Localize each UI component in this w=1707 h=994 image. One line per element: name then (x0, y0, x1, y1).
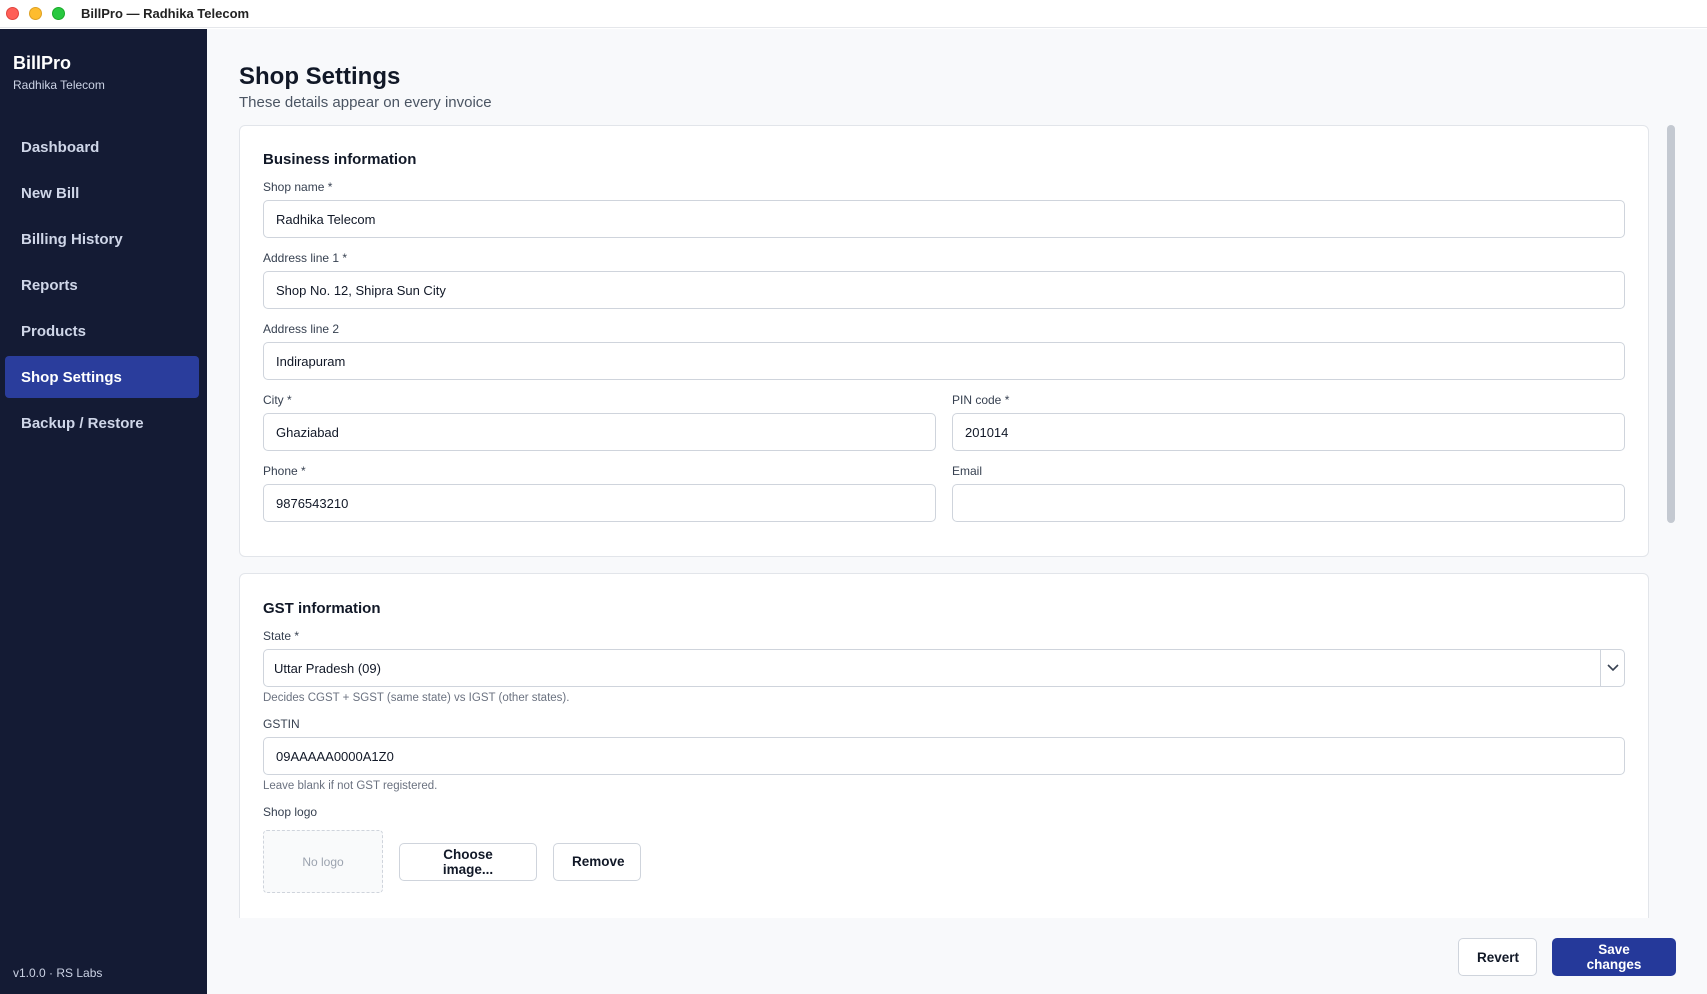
sidebar-item-new-bill[interactable]: New Bill (5, 172, 199, 214)
state-label: State * (263, 629, 300, 643)
city-pin-row: City * PIN code * (263, 380, 1625, 451)
choose-image-button[interactable]: Choose image... (399, 842, 537, 881)
shop-name-label: Shop name * (263, 180, 333, 194)
email-input[interactable] (952, 484, 1625, 522)
city-label: City * (263, 393, 292, 407)
title-bar: BillPro — Radhika Telecom (0, 0, 1707, 28)
logo-label: Shop logo (263, 805, 318, 819)
gstin-input[interactable] (263, 737, 1625, 775)
address2-field-group: Address line 2 (263, 322, 1625, 380)
gstin-label: GSTIN (263, 717, 300, 731)
revert-button[interactable]: Revert (1458, 938, 1537, 976)
sidebar-item-reports[interactable]: Reports (5, 264, 199, 306)
email-label: Email (952, 464, 983, 478)
sidebar-item-products[interactable]: Products (5, 310, 199, 352)
brand: BillPro Radhika Telecom (13, 53, 105, 92)
city-input[interactable] (263, 413, 936, 451)
version-label: v1.0.0 · RS Labs (13, 966, 103, 980)
sidebar: BillPro Radhika Telecom Dashboard New Bi… (0, 29, 207, 994)
remove-logo-button[interactable]: Remove (553, 842, 641, 881)
sidebar-item-billing-history[interactable]: Billing History (5, 218, 199, 260)
scrollbar[interactable] (1666, 125, 1676, 918)
save-changes-button[interactable]: Save changes (1552, 938, 1676, 976)
phone-input[interactable] (263, 484, 936, 522)
address1-input[interactable] (263, 271, 1625, 309)
city-field-group: City * (263, 393, 936, 451)
gst-info-card: GST information State * Uttar Pradesh (0… (239, 573, 1649, 918)
sidebar-item-backup-restore[interactable]: Backup / Restore (5, 402, 199, 444)
shop-name-field-group: Shop name * (263, 180, 1625, 238)
pin-label: PIN code * (952, 393, 1010, 407)
main-content: Shop Settings These details appear on ev… (207, 29, 1707, 994)
scrollbar-thumb[interactable] (1667, 125, 1675, 523)
pin-input[interactable] (952, 413, 1625, 451)
page-title: Shop Settings (239, 63, 401, 90)
chevron-down-icon (1600, 650, 1624, 686)
brand-shop-name: Radhika Telecom (13, 78, 105, 92)
sidebar-item-dashboard[interactable]: Dashboard (5, 126, 199, 168)
gst-info-title: GST information (263, 600, 381, 617)
settings-scroll-area[interactable]: Business information Shop name * Address… (239, 125, 1649, 918)
pin-field-group: PIN code * (952, 393, 1625, 451)
phone-email-row: Phone * Email (263, 451, 1625, 522)
close-window-button[interactable] (6, 7, 19, 20)
window-controls (6, 7, 65, 20)
minimize-window-button[interactable] (29, 7, 42, 20)
window-title: BillPro — Radhika Telecom (81, 6, 250, 21)
address2-input[interactable] (263, 342, 1625, 380)
logo-preview: No logo (263, 830, 383, 893)
state-help-text: Decides CGST + SGST (same state) vs IGST… (263, 692, 570, 704)
email-field-group: Email (952, 464, 1625, 522)
business-info-title: Business information (263, 151, 417, 168)
phone-field-group: Phone * (263, 464, 936, 522)
address1-field-group: Address line 1 * (263, 251, 1625, 309)
address1-label: Address line 1 * (263, 251, 348, 265)
state-field-group: State * Uttar Pradesh (09) Decides CGST … (263, 629, 1625, 704)
address2-label: Address line 2 (263, 322, 340, 336)
phone-label: Phone * (263, 464, 306, 478)
brand-name: BillPro (13, 53, 72, 73)
state-select-value: Uttar Pradesh (09) (274, 660, 381, 676)
footer-actions: Revert Save changes (207, 918, 1707, 994)
page-subtitle: These details appear on every invoice (239, 94, 492, 111)
gstin-help-text: Leave blank if not GST registered. (263, 780, 438, 792)
logo-field-group: Shop logo No logo Choose image... Remove (263, 805, 1625, 893)
state-select[interactable]: Uttar Pradesh (09) (263, 649, 1625, 687)
logo-row: No logo Choose image... Remove (263, 830, 1625, 893)
zoom-window-button[interactable] (52, 7, 65, 20)
sidebar-nav: Dashboard New Bill Billing History Repor… (5, 126, 199, 448)
business-info-card: Business information Shop name * Address… (239, 125, 1649, 557)
gstin-field-group: GSTIN Leave blank if not GST registered. (263, 717, 1625, 792)
sidebar-item-shop-settings[interactable]: Shop Settings (5, 356, 199, 398)
shop-name-input[interactable] (263, 200, 1625, 238)
